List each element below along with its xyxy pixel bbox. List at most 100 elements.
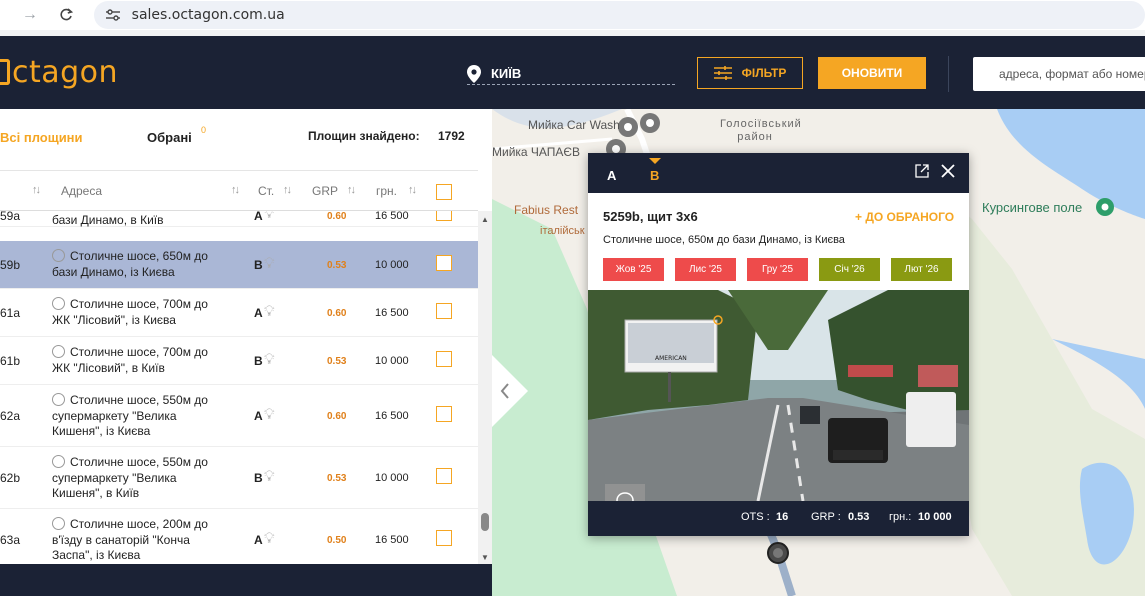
column-side[interactable]: Ст. bbox=[258, 184, 274, 198]
bulb-icon: 💡︎ bbox=[264, 406, 275, 423]
scroll-up-icon[interactable]: ▲ bbox=[481, 215, 489, 224]
table-row[interactable]: 59a Столичне шосе, 650м до бази Динамо, … bbox=[0, 211, 478, 227]
billboard-photo: AMERICAN bbox=[588, 290, 969, 501]
month-badge[interactable]: Лют '26 bbox=[891, 258, 952, 281]
table-row[interactable]: 61a Столичне шосе, 700м до ЖК "Лісовий",… bbox=[0, 289, 478, 337]
row-price: 16 500 bbox=[375, 307, 409, 319]
grp-label: GRP : bbox=[811, 511, 841, 523]
scrollbar-thumb[interactable] bbox=[481, 513, 489, 531]
map-label-district: Голосіївський район bbox=[720, 118, 802, 143]
month-badge[interactable]: Гру '25 bbox=[747, 258, 808, 281]
bulb-icon: 💡︎ bbox=[264, 351, 275, 368]
popup-stats: OTS : 16 GRP : 0.53 грн.: 10 000 bbox=[588, 501, 969, 536]
table-row[interactable]: 63a Столичне шосе, 200м до в'їзду в сана… bbox=[0, 509, 478, 564]
price-label: грн.: bbox=[889, 511, 912, 523]
row-price: 16 500 bbox=[375, 211, 409, 222]
sort-address-icon[interactable]: ↑↓ bbox=[231, 184, 240, 196]
panel-footer bbox=[0, 564, 492, 596]
row-checkbox[interactable] bbox=[436, 255, 452, 271]
app-header: ctagon КИЇВ ФІЛЬТР ОНОВИТИ адреса, форма… bbox=[0, 36, 1145, 109]
row-side: A bbox=[254, 306, 263, 320]
found-count: 1792 bbox=[438, 129, 465, 143]
table-row[interactable]: 62b Столичне шосе, 550м до супермаркету … bbox=[0, 447, 478, 509]
row-address: Столичне шосе, 550м до супермаркету "Вел… bbox=[52, 455, 208, 500]
ots-value: 16 bbox=[776, 511, 789, 523]
row-code: 61b bbox=[0, 354, 21, 368]
row-side: B bbox=[254, 471, 263, 485]
row-grp: 0.53 bbox=[327, 356, 347, 367]
location-icon bbox=[52, 455, 65, 468]
row-code: 63a bbox=[0, 533, 21, 547]
octagon-logo[interactable]: ctagon bbox=[0, 55, 118, 90]
popup-header: A B bbox=[588, 153, 969, 193]
filter-button[interactable]: ФІЛЬТР bbox=[697, 57, 803, 89]
row-price: 10 000 bbox=[375, 472, 409, 484]
row-side: B bbox=[254, 258, 263, 272]
row-checkbox[interactable] bbox=[436, 468, 452, 484]
row-grp: 0.53 bbox=[327, 473, 347, 484]
month-badge[interactable]: Січ '26 bbox=[819, 258, 880, 281]
month-badge[interactable]: Жов '25 bbox=[603, 258, 664, 281]
column-grp[interactable]: GRP bbox=[312, 184, 338, 198]
table-row-selected[interactable]: 59b Столичне шосе, 650м до бази Динамо, … bbox=[0, 241, 478, 289]
city-selector[interactable]: КИЇВ bbox=[467, 63, 675, 85]
row-checkbox[interactable] bbox=[436, 351, 452, 367]
header-divider bbox=[948, 56, 949, 92]
row-code: 59a bbox=[0, 211, 21, 223]
location-icon bbox=[52, 297, 65, 310]
row-side: B bbox=[254, 354, 263, 368]
column-price[interactable]: грн. bbox=[376, 184, 397, 198]
row-checkbox[interactable] bbox=[436, 406, 452, 422]
url-text: sales.octagon.com.ua bbox=[131, 7, 285, 23]
table-row[interactable]: 62a Столичне шосе, 550м до супермаркету … bbox=[0, 385, 478, 447]
site-settings-icon[interactable] bbox=[104, 6, 122, 24]
external-link-icon[interactable] bbox=[915, 164, 929, 178]
search-input[interactable]: адреса, формат або номер bbox=[973, 57, 1145, 91]
row-grp: 0.60 bbox=[327, 411, 347, 422]
favorites-count: 0 bbox=[201, 125, 207, 135]
popup-tab-a[interactable]: A bbox=[607, 168, 616, 183]
bulb-icon: 💡︎ bbox=[264, 211, 275, 222]
row-code: 61a bbox=[0, 306, 21, 320]
column-address[interactable]: Адреса bbox=[61, 184, 102, 198]
table-scrollbar[interactable]: ▲ ▼ bbox=[478, 211, 492, 564]
close-icon[interactable] bbox=[940, 163, 956, 179]
tab-all-surfaces[interactable]: Всі площини bbox=[0, 130, 83, 145]
select-all-checkbox[interactable] bbox=[436, 184, 452, 200]
row-checkbox[interactable] bbox=[436, 211, 452, 221]
add-to-favorites-link[interactable]: + ДО ОБРАНОГО bbox=[855, 210, 954, 224]
reload-icon[interactable] bbox=[56, 5, 76, 25]
row-grp: 0.60 bbox=[327, 211, 347, 222]
row-grp: 0.53 bbox=[327, 260, 347, 271]
surface-popup: A B 5259b, щит 3х6 + ДО ОБРАНОГО Столичн… bbox=[588, 153, 969, 536]
sort-side-icon[interactable]: ↑↓ bbox=[283, 184, 292, 196]
map-label-carwash: Мийка Car Wash bbox=[528, 118, 620, 132]
collapse-panel-button[interactable] bbox=[492, 355, 530, 427]
logo-text: ctagon bbox=[12, 55, 119, 90]
row-price: 10 000 bbox=[375, 259, 409, 271]
bulb-icon: 💡︎ bbox=[264, 303, 275, 320]
popup-tab-b[interactable]: B bbox=[650, 168, 659, 183]
row-checkbox[interactable] bbox=[436, 303, 452, 319]
scroll-down-icon[interactable]: ▼ bbox=[481, 553, 489, 562]
month-badge[interactable]: Лис '25 bbox=[675, 258, 736, 281]
found-label: Площин знайдено: bbox=[308, 129, 420, 143]
sort-grp-icon[interactable]: ↑↓ bbox=[347, 184, 356, 196]
sort-price-icon[interactable]: ↑↓ bbox=[408, 184, 417, 196]
forward-icon[interactable]: → bbox=[20, 5, 40, 25]
row-code: 59b bbox=[0, 258, 21, 272]
row-address: Столичне шосе, 200м до в'їзду в санаторі… bbox=[52, 517, 208, 562]
location-pin-icon bbox=[467, 64, 481, 83]
row-side: A bbox=[254, 533, 263, 547]
table-row[interactable]: 61b Столичне шосе, 700м до ЖК "Лісовий",… bbox=[0, 337, 478, 385]
row-grp: 0.50 bbox=[327, 535, 347, 546]
row-grp: 0.60 bbox=[327, 308, 347, 319]
tab-favorites[interactable]: Обрані bbox=[147, 130, 192, 145]
row-side: A bbox=[254, 409, 263, 423]
update-button[interactable]: ОНОВИТИ bbox=[818, 57, 926, 89]
row-checkbox[interactable] bbox=[436, 530, 452, 546]
sliders-icon bbox=[713, 66, 732, 80]
sort-code-icon[interactable]: ↑↓ bbox=[32, 184, 41, 196]
address-bar[interactable]: sales.octagon.com.ua bbox=[93, 1, 1145, 29]
row-price: 16 500 bbox=[375, 410, 409, 422]
